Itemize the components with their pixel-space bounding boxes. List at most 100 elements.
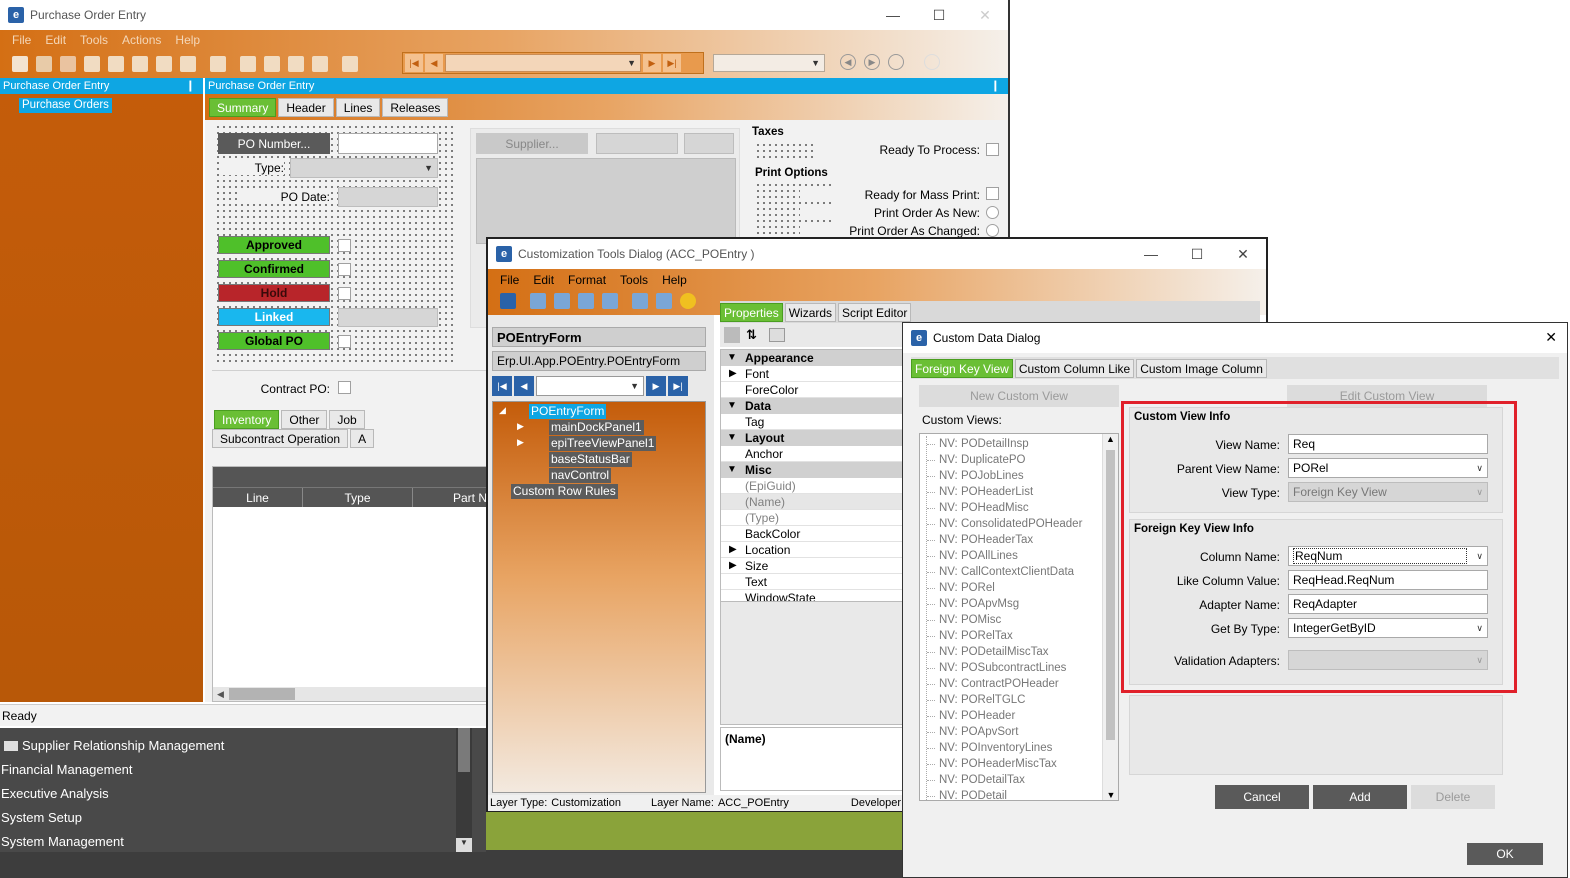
prop-name[interactable]: (Name) (721, 494, 903, 510)
custom-view-item[interactable]: NV: PODetail (927, 788, 1108, 800)
grid-header-type[interactable]: Type (303, 488, 413, 507)
menu-edit[interactable]: Edit (45, 33, 66, 47)
first-record-icon[interactable]: |◀ (405, 54, 423, 72)
supplier-name-input[interactable] (684, 133, 734, 154)
print-order-new-radio[interactable] (986, 206, 999, 219)
prop-text[interactable]: Text (721, 574, 903, 590)
custom-view-item[interactable]: NV: POHeaderMiscTax (927, 756, 1108, 772)
confirmed-checkbox[interactable] (338, 263, 351, 276)
ct-menu-edit[interactable]: Edit (533, 273, 554, 287)
custom-view-item[interactable]: NV: PORelTax (927, 628, 1108, 644)
delete-icon[interactable] (60, 56, 76, 72)
categorized-icon[interactable] (724, 327, 740, 343)
ct-menu-file[interactable]: File (500, 273, 519, 287)
menu-tools[interactable]: Tools (80, 33, 108, 47)
custom-view-item[interactable]: NV: ContractPOHeader (927, 676, 1108, 692)
custom-view-item[interactable]: NV: POHeader (927, 708, 1108, 724)
supplier-id-input[interactable] (596, 133, 678, 154)
ct-menu-help[interactable]: Help (662, 273, 687, 287)
po-date-input[interactable] (338, 187, 438, 207)
contract-po-checkbox[interactable] (338, 381, 351, 394)
tree-node-epitreeviewpanel[interactable]: epiTreeViewPanel1 (549, 436, 657, 451)
next-record-icon[interactable]: ▶ (643, 54, 661, 72)
prop-forecolor[interactable]: ForeColor (721, 382, 903, 398)
tab-header[interactable]: Header (278, 98, 334, 117)
grid-header-line[interactable]: Line (213, 488, 303, 507)
linked-input[interactable] (338, 308, 438, 327)
prev-record-icon[interactable]: ◀ (425, 54, 443, 72)
approved-checkbox[interactable] (338, 239, 351, 252)
prop-cat-layout[interactable]: ▼ Layout (721, 430, 903, 446)
po-number-button[interactable]: PO Number... (218, 133, 330, 154)
custom-view-item[interactable]: NV: POInventoryLines (927, 740, 1108, 756)
home-icon[interactable] (888, 54, 904, 70)
custom-view-item[interactable]: NV: PODetailMiscTax (927, 644, 1108, 660)
supplier-button[interactable]: Supplier... (476, 133, 588, 154)
undo-icon[interactable] (602, 293, 618, 309)
ct-record-select[interactable]: ▼ (536, 376, 644, 396)
tree-node-poentryform[interactable]: POEntryForm (529, 404, 607, 419)
menu-actions[interactable]: Actions (122, 33, 161, 47)
next-icon[interactable]: ▶ (646, 376, 666, 396)
custom-view-item[interactable]: NV: POMisc (927, 612, 1108, 628)
nav-item-system-management[interactable]: System Management (0, 830, 456, 854)
forward-icon[interactable]: ▶ (864, 54, 880, 70)
custom-view-item[interactable]: NV: POHeadMisc (927, 500, 1108, 516)
tree-node-basestatusbar[interactable]: baseStatusBar (549, 452, 632, 467)
sort-az-icon[interactable]: ⇅ (746, 327, 757, 343)
views-scrollbar[interactable]: ▲ ▼ (1102, 434, 1118, 800)
prev-icon[interactable]: ◀ (514, 376, 534, 396)
global-po-checkbox[interactable] (338, 335, 351, 348)
tab-summary[interactable]: Summary (209, 98, 277, 117)
clipboard-icon[interactable] (288, 56, 304, 72)
nav-item-executive[interactable]: Executive Analysis (0, 782, 456, 806)
prop-cat-data[interactable]: ▼ Data (721, 398, 903, 414)
nav-scrollbar[interactable]: ▼ (456, 728, 472, 852)
add-button[interactable]: Add (1313, 785, 1407, 809)
tab-custom-column-like[interactable]: Custom Column Like (1014, 359, 1135, 378)
hold-checkbox[interactable] (338, 287, 351, 300)
binoculars-icon[interactable] (342, 56, 358, 72)
save-icon[interactable] (36, 56, 52, 72)
menu-file[interactable]: File (12, 33, 31, 47)
last-record-icon[interactable]: ▶| (663, 54, 681, 72)
pin-icon[interactable]: ❙ (991, 78, 1000, 94)
save-icon[interactable] (500, 293, 516, 309)
custom-view-item[interactable]: NV: PODetailInsp (927, 436, 1108, 452)
subtab-subcontract[interactable]: Subcontract Operation (212, 429, 349, 448)
prop-cat-misc[interactable]: ▼ Misc (721, 462, 903, 478)
prop-type[interactable]: (Type) (721, 510, 903, 526)
nav-item-srm[interactable]: Supplier Relationship Management (0, 734, 456, 758)
custom-view-item[interactable]: NV: POJobLines (927, 468, 1108, 484)
record-select[interactable]: ▼ (445, 54, 641, 72)
expand-icon[interactable]: ▶ (517, 437, 524, 448)
subtab-other[interactable]: Other (281, 410, 328, 429)
prop-size[interactable]: ▶ Size (721, 558, 903, 574)
cancel-button[interactable]: Cancel (1215, 785, 1309, 809)
paste-icon[interactable] (578, 293, 594, 309)
tab-lines[interactable]: Lines (335, 98, 381, 117)
print-icon[interactable] (632, 293, 648, 309)
type-select[interactable]: ▼ (290, 158, 438, 178)
undo-icon[interactable] (312, 56, 328, 72)
preview-icon[interactable] (656, 293, 672, 309)
custom-view-item[interactable]: NV: POApvMsg (927, 596, 1108, 612)
subtab-inventory[interactable]: Inventory (214, 410, 280, 429)
folder-icon[interactable] (108, 56, 124, 72)
new-custom-view-button[interactable]: New Custom View (919, 385, 1119, 407)
tree-node-navcontrol[interactable]: navControl (549, 468, 612, 483)
nav-item-financial[interactable]: Financial Management (0, 758, 456, 782)
cut-icon[interactable] (240, 56, 256, 72)
back-icon[interactable]: ◀ (840, 54, 856, 70)
tree-node-custom-row-rules[interactable]: Custom Row Rules (511, 484, 618, 499)
prop-anchor[interactable]: Anchor (721, 446, 903, 462)
custom-view-item[interactable]: NV: POApvSort (927, 724, 1108, 740)
menu-help[interactable]: Help (175, 33, 200, 47)
subtab-job[interactable]: Job (329, 410, 365, 429)
nav-item-system-setup[interactable]: System Setup (0, 806, 456, 830)
custom-view-item[interactable]: NV: PORelTGLC (927, 692, 1108, 708)
ct-menu-tools[interactable]: Tools (620, 273, 648, 287)
close-icon[interactable]: ✕ (1545, 329, 1557, 346)
new-icon[interactable] (12, 56, 28, 72)
close-icon[interactable]: ✕ (962, 0, 1008, 30)
